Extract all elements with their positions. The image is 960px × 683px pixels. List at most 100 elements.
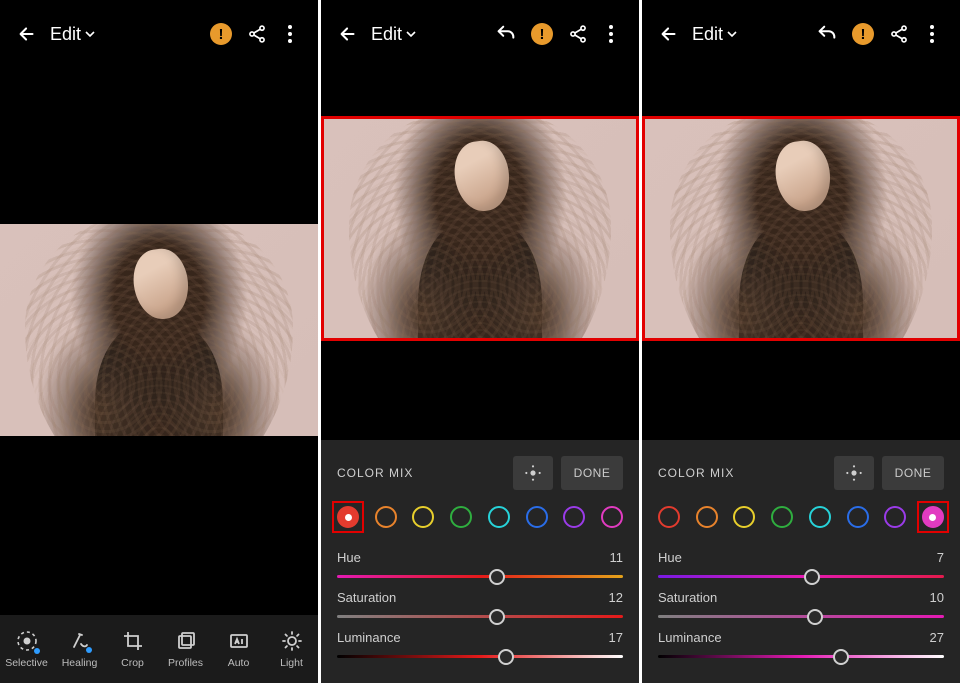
- color-swatch[interactable]: [847, 506, 869, 528]
- done-button[interactable]: DONE: [882, 456, 944, 490]
- color-swatch[interactable]: [337, 506, 359, 528]
- screen-title[interactable]: Edit: [371, 24, 416, 45]
- hue-slider[interactable]: [658, 575, 944, 578]
- color-swatch[interactable]: [375, 506, 397, 528]
- luminance-row: Luminance 27: [658, 630, 944, 658]
- screen-colormix-red: Edit ! COLOR MIX DONE Hue11: [321, 0, 639, 683]
- luminance-row: Luminance 17: [337, 630, 623, 658]
- tool-label: Auto: [228, 657, 250, 669]
- color-swatch[interactable]: [658, 506, 680, 528]
- color-swatch[interactable]: [922, 506, 944, 528]
- color-swatch[interactable]: [696, 506, 718, 528]
- saturation-value: 12: [609, 590, 623, 605]
- more-icon[interactable]: [282, 21, 298, 47]
- luminance-slider[interactable]: [337, 655, 623, 658]
- undo-icon[interactable]: [814, 21, 840, 47]
- color-swatch[interactable]: [884, 506, 906, 528]
- luminance-label: Luminance: [337, 630, 401, 645]
- photo-preview[interactable]: [642, 116, 960, 341]
- auto-icon: [227, 629, 251, 653]
- top-bar: Edit !: [0, 0, 318, 68]
- hue-label: Hue: [658, 550, 682, 565]
- more-icon[interactable]: [924, 21, 940, 47]
- color-swatch[interactable]: [488, 506, 510, 528]
- title-label: Edit: [371, 24, 402, 45]
- panel-header: COLOR MIX DONE: [337, 454, 623, 492]
- saturation-label: Saturation: [658, 590, 717, 605]
- warning-glyph: !: [861, 26, 866, 43]
- color-swatches: [337, 506, 623, 528]
- tool-auto[interactable]: Auto: [212, 615, 265, 683]
- luminance-value: 17: [609, 630, 623, 645]
- saturation-row: Saturation 12: [337, 590, 623, 618]
- photo-preview[interactable]: [321, 116, 639, 341]
- hue-row: Hue11: [337, 550, 623, 578]
- swatch-highlight: [917, 501, 949, 533]
- done-label: DONE: [895, 466, 932, 480]
- light-icon: [280, 629, 304, 653]
- hue-row: Hue 7: [658, 550, 944, 578]
- screen-title[interactable]: Edit: [50, 24, 95, 45]
- panel-header: COLOR MIX DONE: [658, 454, 944, 492]
- tool-light[interactable]: Light: [265, 615, 318, 683]
- saturation-slider[interactable]: [658, 615, 944, 618]
- hue-slider[interactable]: [337, 575, 623, 578]
- share-icon[interactable]: [886, 21, 912, 47]
- color-swatch[interactable]: [733, 506, 755, 528]
- color-swatches: [658, 506, 944, 528]
- color-swatch[interactable]: [563, 506, 585, 528]
- screen-title[interactable]: Edit: [692, 24, 737, 45]
- warning-icon[interactable]: !: [852, 23, 874, 45]
- tool-profiles[interactable]: Profiles: [159, 615, 212, 683]
- title-label: Edit: [50, 24, 81, 45]
- screen-colormix-magenta: Edit ! COLOR MIX DONE Hue 7: [642, 0, 960, 683]
- hue-value: 7: [937, 550, 944, 565]
- title-label: Edit: [692, 24, 723, 45]
- photo-content: [0, 224, 318, 436]
- bottom-toolbar: Selective Healing Crop Profiles Aut: [0, 615, 318, 683]
- back-icon[interactable]: [335, 21, 361, 47]
- share-icon[interactable]: [244, 21, 270, 47]
- top-bar: Edit !: [642, 0, 960, 68]
- luminance-label: Luminance: [658, 630, 722, 645]
- more-icon[interactable]: [603, 21, 619, 47]
- saturation-row: Saturation 10: [658, 590, 944, 618]
- back-icon[interactable]: [656, 21, 682, 47]
- hue-value: 11: [610, 550, 624, 565]
- color-mix-panel: COLOR MIX DONE Hue 7 Saturation 10 Luminan…: [642, 440, 960, 683]
- luminance-value: 27: [930, 630, 944, 645]
- caret-down-icon: [406, 29, 416, 39]
- tool-selective[interactable]: Selective: [0, 615, 53, 683]
- color-swatch[interactable]: [526, 506, 548, 528]
- color-swatch[interactable]: [601, 506, 623, 528]
- saturation-slider[interactable]: [337, 615, 623, 618]
- photo-preview[interactable]: [0, 224, 318, 436]
- warning-icon[interactable]: !: [210, 23, 232, 45]
- caret-down-icon: [727, 29, 737, 39]
- share-icon[interactable]: [565, 21, 591, 47]
- targeted-adjust-button[interactable]: [834, 456, 874, 490]
- crop-icon: [121, 629, 145, 653]
- color-swatch[interactable]: [450, 506, 472, 528]
- healing-icon: [68, 629, 92, 653]
- warning-glyph: !: [540, 26, 545, 43]
- warning-glyph: !: [219, 26, 224, 43]
- targeted-adjust-button[interactable]: [513, 456, 553, 490]
- saturation-value: 10: [930, 590, 944, 605]
- photo-content: [324, 119, 636, 338]
- done-button[interactable]: DONE: [561, 456, 623, 490]
- color-mix-panel: COLOR MIX DONE Hue11 Saturation 12 Lumina…: [321, 440, 639, 683]
- warning-icon[interactable]: !: [531, 23, 553, 45]
- color-swatch[interactable]: [412, 506, 434, 528]
- tool-healing[interactable]: Healing: [53, 615, 106, 683]
- saturation-label: Saturation: [337, 590, 396, 605]
- tool-crop[interactable]: Crop: [106, 615, 159, 683]
- done-label: DONE: [574, 466, 611, 480]
- photo-content: [645, 119, 957, 338]
- color-swatch[interactable]: [771, 506, 793, 528]
- color-swatch[interactable]: [809, 506, 831, 528]
- tool-label: Crop: [121, 657, 144, 669]
- luminance-slider[interactable]: [658, 655, 944, 658]
- back-icon[interactable]: [14, 21, 40, 47]
- undo-icon[interactable]: [493, 21, 519, 47]
